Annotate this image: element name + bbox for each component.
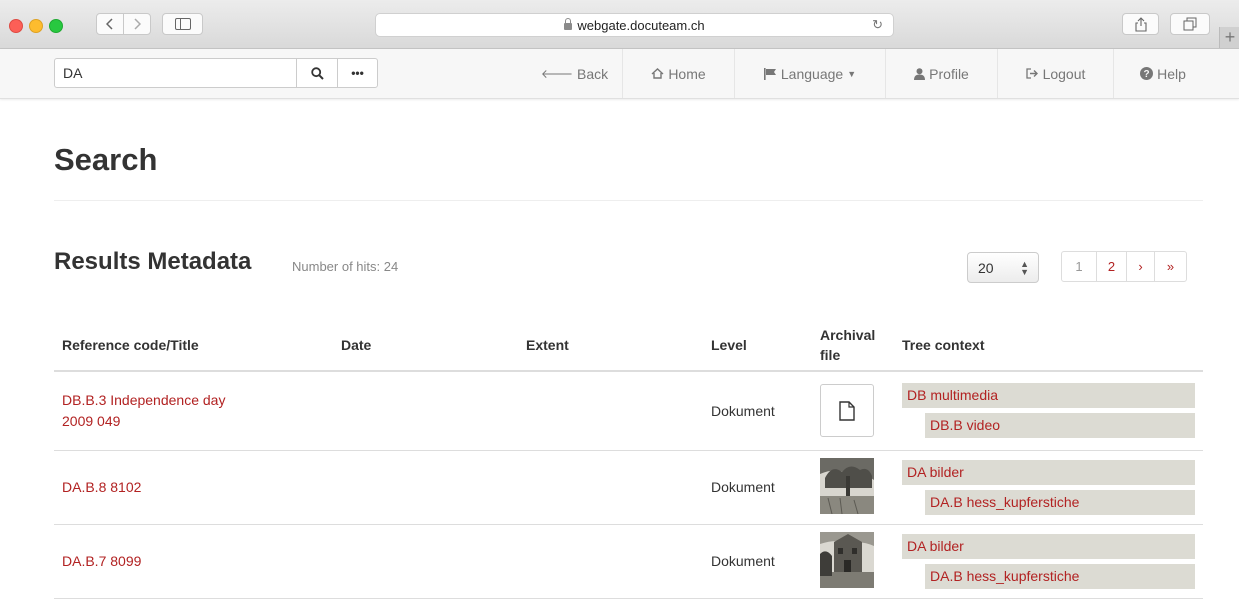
logout-icon bbox=[1025, 68, 1038, 79]
share-icon bbox=[1134, 16, 1147, 32]
tree-context-child[interactable]: DA.B hess_kupferstiche bbox=[925, 563, 1195, 589]
record-title-link[interactable]: DA.B.7 8099 bbox=[62, 553, 141, 569]
svg-text:?: ? bbox=[1144, 69, 1150, 80]
browser-forward-button[interactable] bbox=[123, 13, 151, 35]
column-header[interactable]: Tree context bbox=[894, 320, 1203, 372]
nav-language[interactable]: Language ▼ bbox=[734, 49, 885, 98]
level-cell: Dokument bbox=[703, 450, 812, 525]
extent-cell bbox=[518, 450, 703, 525]
search-input[interactable] bbox=[54, 58, 297, 88]
search-button[interactable] bbox=[296, 58, 338, 88]
navbar: ••• 🡐 Back Home Language ▼ Profile Logou… bbox=[0, 49, 1239, 99]
chevron-left-icon bbox=[106, 18, 113, 30]
minimize-window-button[interactable] bbox=[29, 19, 43, 33]
tree-context-parent[interactable]: DA bilder bbox=[902, 533, 1195, 559]
caret-down-icon: ▼ bbox=[847, 68, 857, 79]
select-arrows-icon: ▲ ▼ bbox=[1020, 259, 1029, 277]
record-title-link[interactable]: DB.B.3 Independence day 2009 049 bbox=[62, 390, 242, 432]
lock-icon bbox=[564, 17, 573, 30]
engraving-thumbnail[interactable] bbox=[820, 457, 874, 514]
zoom-window-button[interactable] bbox=[49, 19, 63, 33]
file-icon bbox=[839, 401, 855, 421]
help-icon: ? bbox=[1140, 67, 1154, 80]
column-header[interactable]: Archival file bbox=[812, 320, 894, 372]
date-cell bbox=[333, 524, 518, 599]
sidebar-icon bbox=[174, 18, 191, 30]
extent-cell bbox=[518, 371, 703, 451]
page-2-link[interactable]: 2 bbox=[1096, 252, 1126, 281]
column-header[interactable]: Level bbox=[703, 320, 812, 372]
user-icon bbox=[914, 67, 926, 80]
browser-back-button[interactable] bbox=[96, 13, 124, 35]
tree-context-parent[interactable]: DB multimedia bbox=[902, 383, 1195, 409]
page-title: Search bbox=[54, 142, 158, 177]
last-page-link[interactable]: » bbox=[1154, 252, 1186, 281]
browser-toolbar: webgate.docuteam.ch ↻ + bbox=[0, 0, 1239, 49]
nav-help[interactable]: ? Help bbox=[1113, 49, 1212, 98]
engraving-thumbnail[interactable] bbox=[820, 531, 874, 588]
close-window-button[interactable] bbox=[9, 19, 23, 33]
url-text: webgate.docuteam.ch bbox=[577, 17, 705, 33]
tree-context-child[interactable]: DB.B video bbox=[925, 413, 1195, 439]
column-header[interactable]: Extent bbox=[518, 320, 703, 372]
sidebar-toggle-button[interactable] bbox=[162, 13, 203, 35]
advanced-search-button[interactable]: ••• bbox=[337, 58, 378, 88]
date-cell bbox=[333, 450, 518, 525]
extent-cell bbox=[518, 524, 703, 599]
arrow-left-icon: 🡐 bbox=[540, 67, 574, 81]
page-1-link[interactable]: 1 bbox=[1062, 252, 1096, 281]
results-table: Reference code/Title Date Extent Level A… bbox=[54, 320, 1203, 599]
flag-icon bbox=[763, 67, 776, 80]
column-header[interactable]: Reference code/Title bbox=[54, 320, 333, 372]
nav-home[interactable]: Home bbox=[622, 49, 734, 98]
nav-logout[interactable]: Logout bbox=[997, 49, 1113, 98]
reload-icon[interactable]: ↻ bbox=[872, 17, 883, 33]
divider bbox=[54, 200, 1203, 201]
tree-context-parent[interactable]: DA bilder bbox=[902, 459, 1195, 485]
tree-context-child[interactable]: DA.B hess_kupferstiche bbox=[925, 489, 1195, 515]
tabs-icon bbox=[1183, 17, 1197, 31]
nav-profile[interactable]: Profile bbox=[885, 49, 997, 98]
search-icon bbox=[310, 66, 324, 80]
pagination: 1 2 › » bbox=[1061, 251, 1187, 282]
page-size-select[interactable]: 20 ▲ ▼ bbox=[967, 252, 1039, 283]
column-header[interactable]: Date bbox=[333, 320, 518, 372]
table-header-row: Reference code/Title Date Extent Level A… bbox=[54, 320, 1203, 372]
share-button[interactable] bbox=[1122, 13, 1159, 35]
address-bar[interactable]: webgate.docuteam.ch ↻ bbox=[375, 13, 894, 37]
chevron-right-icon bbox=[134, 18, 141, 30]
record-title-link[interactable]: DA.B.8 8102 bbox=[62, 479, 141, 495]
nav-back[interactable]: 🡐 Back bbox=[527, 49, 622, 98]
table-row: DA.B.7 8099 Dokument DA bilder DA.B hess… bbox=[54, 524, 1203, 599]
home-icon bbox=[651, 68, 664, 79]
new-tab-button[interactable]: + bbox=[1219, 27, 1239, 48]
hits-count: Number of hits: 24 bbox=[292, 259, 399, 274]
archival-file-thumbnail[interactable] bbox=[820, 384, 874, 438]
tabs-overview-button[interactable] bbox=[1170, 13, 1210, 35]
date-cell bbox=[333, 371, 518, 451]
level-cell: Dokument bbox=[703, 524, 812, 599]
table-row: DB.B.3 Independence day 2009 049 Dokumen… bbox=[54, 371, 1203, 451]
table-row: DA.B.8 8102 Dokument DA bilder DA.B hess… bbox=[54, 450, 1203, 525]
level-cell: Dokument bbox=[703, 371, 812, 451]
results-title: Results Metadata bbox=[54, 248, 252, 275]
next-page-link[interactable]: › bbox=[1126, 252, 1154, 281]
